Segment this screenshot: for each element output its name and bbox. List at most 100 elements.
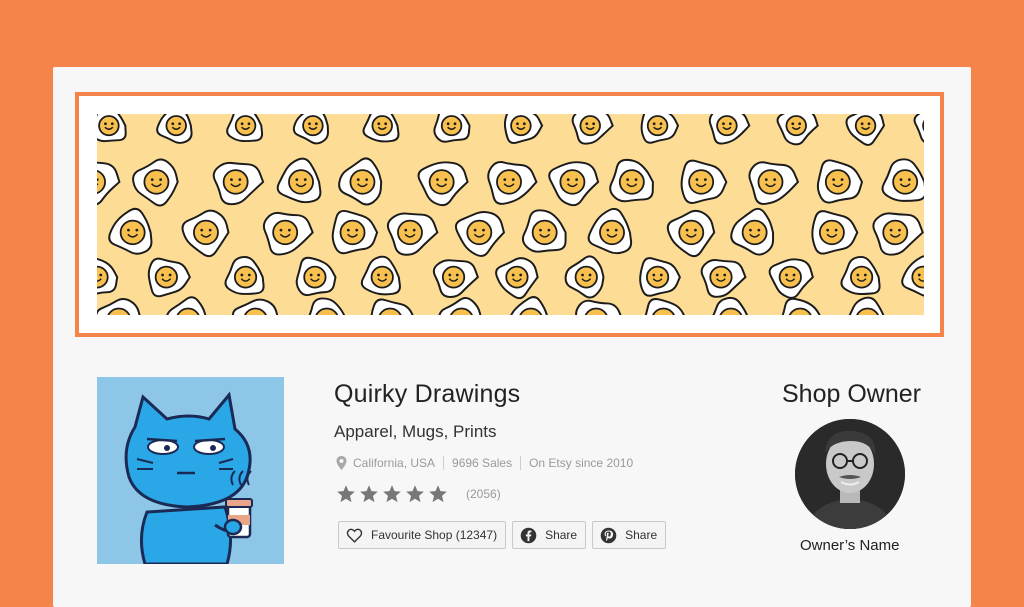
meta-divider [443,456,445,470]
fried-egg-icon [97,297,141,315]
fried-egg-icon [166,296,207,315]
owner-portrait [795,419,905,529]
fried-egg-icon [370,298,414,315]
fried-egg-icon [712,296,749,315]
star-icon [429,485,447,503]
shop-banner [97,114,924,315]
pinterest-icon [600,527,617,543]
facebook-icon [520,527,537,543]
fried-egg-icon [781,297,821,315]
fried-egg-icon [848,296,885,315]
fried-egg-icon [212,161,265,206]
favourite-shop-label: Favourite Shop (12347) [371,528,498,542]
fried-egg-icon [845,114,886,146]
fried-egg-icon [308,297,346,315]
review-count[interactable]: (2056) [466,487,501,501]
fried-egg-icon [811,210,859,255]
shop-banner-frame [75,92,944,337]
fried-egg-icon [881,158,924,202]
fried-egg-icon [224,256,265,295]
fried-egg-icon [901,255,924,297]
facebook-share-label: Share [545,528,578,542]
fried-egg-icon [700,259,747,298]
fried-egg-icon [609,158,654,203]
fried-egg-icon [97,114,127,143]
fried-egg-icon [295,256,337,297]
fried-egg-icon [108,207,153,255]
fried-egg-icon [640,114,680,144]
owner-name: Owner’s Name [800,537,900,554]
fried-egg-icon [262,211,314,256]
fried-egg-icon [571,114,614,145]
shop-actions: Favourite Shop (12347) Share Share [338,521,667,549]
fried-egg-icon [503,114,544,145]
fried-egg-icon [338,157,383,206]
fried-egg-icon [487,161,538,205]
fried-egg-icon [816,159,864,204]
shop-rating[interactable]: (2056) [336,484,501,504]
fried-egg-icon [331,209,379,255]
fried-egg-icon [639,257,681,297]
fried-egg-icon [231,298,279,315]
shop-card: Quirky Drawings Apparel, Mugs, Prints Ca… [53,67,971,607]
fried-egg-icon [454,210,506,257]
fried-egg-icon [362,114,400,143]
fried-egg-icon [872,212,924,256]
fried-egg-icon [666,209,716,258]
meta-divider [520,456,522,470]
star-icon [383,485,401,503]
fried-egg-icon [276,157,322,204]
blue-cat-illustration [124,391,253,564]
shop-meta: California, USA 9696 Sales On Etsy since… [336,454,633,472]
fried-egg-icon [768,258,814,299]
fried-egg-icon [708,114,751,145]
shop-sales: 9696 Sales [452,456,513,470]
pinterest-share-button[interactable]: Share [592,521,667,549]
rating-stars [336,484,448,504]
fried-egg-icon [181,209,230,258]
star-icon [337,485,355,503]
pinterest-share-label: Share [625,528,658,542]
fried-egg-icon [680,159,728,204]
shop-since: On Etsy since 2010 [529,456,634,470]
fried-egg-icon [587,207,633,255]
heart-icon [346,528,363,543]
fried-egg-icon [748,161,800,205]
fried-egg-icon [433,114,471,143]
owner-avatar[interactable] [795,419,905,529]
fried-egg-icon [97,257,119,295]
shop-location: California, USA [353,456,436,470]
fried-egg-pattern [97,114,924,315]
fried-egg-icon [360,255,401,296]
fried-egg-icon [495,257,539,300]
star-icon [406,485,424,503]
favourite-shop-button[interactable]: Favourite Shop (12347) [338,521,507,549]
fried-egg-icon [730,207,775,256]
fried-egg-icon [147,257,191,298]
fried-egg-icon [644,298,686,315]
fried-egg-icon [156,114,193,144]
star-icon [360,485,378,503]
fried-egg-icon [840,255,881,295]
fried-egg-icon [292,114,329,145]
shop-avatar [97,377,284,564]
fried-egg-icon [226,114,264,143]
fried-egg-icon [548,161,600,207]
fried-egg-icon [132,158,179,207]
fried-egg-icon [432,259,480,298]
shop-owner-title: Shop Owner [782,380,921,408]
fried-egg-icon [510,296,548,315]
fried-egg-icon [564,255,605,299]
fried-egg-icon [575,299,622,315]
fried-egg-icon [386,212,439,256]
shop-tagline: Apparel, Mugs, Prints [334,422,497,441]
fried-egg-icon [97,161,121,206]
fried-egg-icon [521,209,567,253]
map-pin-icon [336,456,347,470]
fried-egg-icon [438,297,482,315]
facebook-share-button[interactable]: Share [512,521,587,549]
shop-name: Quirky Drawings [334,380,521,408]
fried-egg-icon [913,114,924,143]
fried-egg-icon [776,114,819,146]
fried-egg-icon [417,161,469,207]
